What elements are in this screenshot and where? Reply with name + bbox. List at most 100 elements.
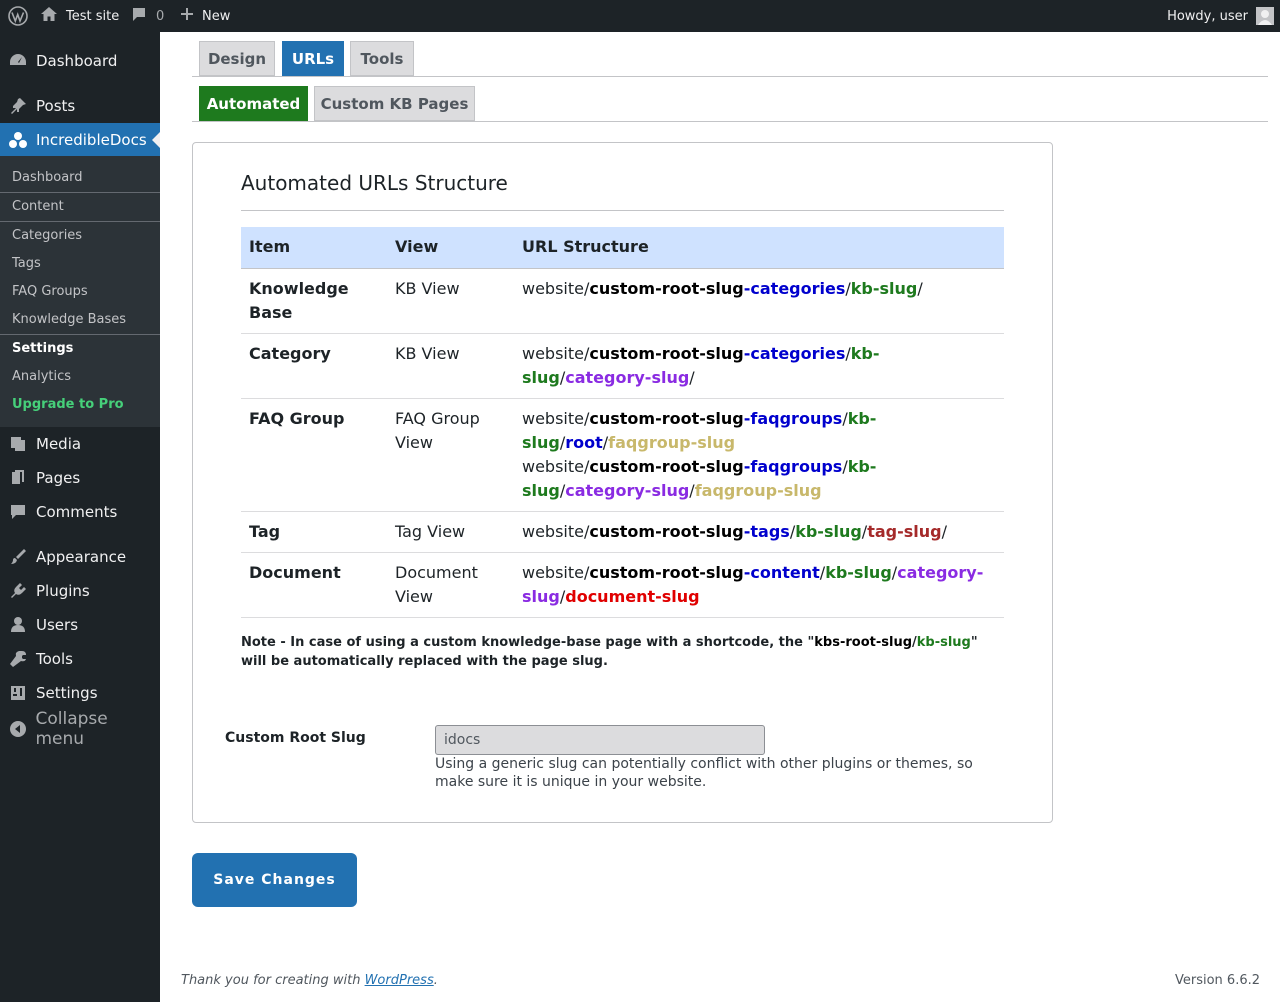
- new-label: New: [202, 8, 231, 24]
- url-slash: /: [917, 278, 923, 298]
- url-root-slug: custom-root-slug: [589, 278, 744, 298]
- brush-icon: [0, 547, 36, 567]
- footer-version: Version 6.6.2: [1174, 973, 1260, 988]
- table-header-row: Item View URL Structure: [241, 227, 1004, 269]
- row-view: FAQ Group View: [387, 398, 514, 512]
- wrench-icon: [0, 649, 36, 669]
- url-root-slug: custom-root-slug: [589, 521, 744, 541]
- url-document-slug: document-slug: [565, 586, 700, 606]
- note-prefix: Note - In case of using a custom knowled…: [241, 635, 815, 650]
- tab-urls[interactable]: URLs: [282, 41, 344, 76]
- account-menu[interactable]: Howdy, user: [1167, 0, 1274, 32]
- comments-count: 0: [156, 8, 165, 24]
- url-faqgroup-slug: faqgroup-slug: [694, 480, 822, 500]
- submenu-upgrade-pro[interactable]: Upgrade to Pro: [12, 397, 124, 412]
- comments-link[interactable]: 0: [131, 0, 164, 32]
- wordpress-logo-icon[interactable]: [6, 0, 30, 32]
- url-faqgroup-slug: faqgroup-slug: [608, 432, 736, 452]
- menu-posts[interactable]: Posts: [0, 89, 160, 123]
- menu-incredibledocs[interactable]: IncredibleDocs: [0, 123, 160, 157]
- plugin-icon: [0, 581, 36, 601]
- menu-label: Plugins: [36, 582, 90, 600]
- url-category-slug: category-slug: [565, 480, 690, 500]
- row-url: website/custom-root-slug-faqgroups/kb-sl…: [514, 398, 1004, 512]
- url-website: website/: [522, 456, 590, 476]
- submenu-categories[interactable]: Categories: [12, 228, 82, 243]
- menu-label: Appearance: [36, 548, 127, 566]
- url-kb-slug: kb-slug: [850, 278, 918, 298]
- row-url: website/custom-root-slug-categories/kb-s…: [514, 333, 1004, 399]
- row-view: KB View: [387, 333, 514, 399]
- site-name: Test site: [66, 8, 120, 24]
- submenu-settings[interactable]: Settings: [12, 341, 73, 356]
- url-website: website/: [522, 521, 590, 541]
- menu-label: Pages: [36, 469, 81, 487]
- row-item: Knowledge Base: [241, 268, 387, 334]
- custom-root-slug-input[interactable]: [435, 725, 765, 755]
- menu-users[interactable]: Users: [0, 608, 160, 642]
- url-faqgroups: -faqgroups: [743, 456, 843, 476]
- table-row: FAQ Group FAQ Group View website/custom-…: [241, 398, 1004, 512]
- tab-automated[interactable]: Automated: [199, 86, 308, 121]
- tab-tools[interactable]: Tools: [350, 41, 414, 76]
- docs-icon: [0, 130, 36, 150]
- plus-icon: [180, 7, 194, 25]
- tab-design[interactable]: Design: [199, 41, 275, 76]
- collapse-label: Collapse menu: [35, 709, 108, 749]
- table-row: Tag Tag View website/custom-root-slug-ta…: [241, 511, 1004, 553]
- menu-dashboard[interactable]: Dashboard: [0, 44, 160, 78]
- row-url: website/custom-root-slug-content/kb-slug…: [514, 552, 1004, 618]
- url-website: website/: [522, 343, 590, 363]
- wordpress-link[interactable]: WordPress: [365, 973, 434, 988]
- save-changes-button[interactable]: Save Changes: [192, 853, 357, 907]
- url-root-slug: custom-root-slug: [589, 343, 744, 363]
- settings-icon: [0, 683, 36, 703]
- tab-custom-kb-pages[interactable]: Custom KB Pages: [314, 86, 475, 121]
- url-slash: /: [941, 521, 947, 541]
- admin-bar: Test site 0 New Howdy, user: [0, 0, 1280, 32]
- url-website: website/: [522, 408, 590, 428]
- url-root-slug: custom-root-slug: [589, 562, 744, 582]
- menu-plugins[interactable]: Plugins: [0, 574, 160, 608]
- row-url: website/custom-root-slug-tags/kb-slug/ta…: [514, 511, 1004, 553]
- submenu-separator: [0, 221, 160, 222]
- custom-root-slug-label: Custom Root Slug: [225, 730, 366, 746]
- site-link[interactable]: Test site: [40, 0, 119, 32]
- submenu-tags[interactable]: Tags: [12, 256, 41, 271]
- submenu-dashboard[interactable]: Dashboard: [12, 170, 83, 185]
- media-icon: [0, 434, 36, 454]
- menu-media[interactable]: Media: [0, 427, 160, 461]
- submenu-content[interactable]: Content: [12, 199, 64, 214]
- url-root-slug: custom-root-slug: [589, 456, 744, 476]
- submenu-analytics[interactable]: Analytics: [12, 369, 71, 384]
- settings-panel: Automated URLs Structure Item View URL S…: [192, 142, 1053, 823]
- footer-thanks-prefix: Thank you for creating with: [181, 973, 365, 988]
- table-row: Category KB View website/custom-root-slu…: [241, 333, 1004, 399]
- menu-comments[interactable]: Comments: [0, 495, 160, 529]
- collapse-menu-button[interactable]: Collapse menu: [0, 709, 160, 749]
- row-item: Tag: [241, 511, 387, 553]
- url-tag-slug: tag-slug: [867, 521, 942, 541]
- note-kb-slug: kb-slug: [916, 635, 971, 650]
- row-item: Document: [241, 552, 387, 618]
- submenu-faq-groups[interactable]: FAQ Groups: [12, 284, 88, 299]
- menu-settings[interactable]: Settings: [0, 676, 160, 710]
- footer-thanks-suffix: .: [433, 973, 438, 988]
- menu-label: Dashboard: [36, 52, 118, 70]
- menu-appearance[interactable]: Appearance: [0, 540, 160, 574]
- url-categories: -categories: [743, 278, 846, 298]
- footer-thanks: Thank you for creating with WordPress.: [181, 973, 438, 988]
- subtabs-divider: [192, 121, 1268, 122]
- menu-label: Tools: [36, 650, 73, 668]
- submenu-knowledge-bases[interactable]: Knowledge Bases: [12, 312, 126, 327]
- comment-icon: [0, 502, 36, 522]
- collapse-icon: [0, 719, 36, 739]
- menu-tools[interactable]: Tools: [0, 642, 160, 676]
- header-url-structure: URL Structure: [514, 227, 1004, 269]
- note-text: Note - In case of using a custom knowled…: [241, 633, 1004, 671]
- pin-icon: [0, 96, 36, 116]
- table-row: Document Document View website/custom-ro…: [241, 552, 1004, 618]
- menu-pages[interactable]: Pages: [0, 461, 160, 495]
- header-item: Item: [241, 227, 387, 269]
- new-content-link[interactable]: New: [180, 0, 230, 32]
